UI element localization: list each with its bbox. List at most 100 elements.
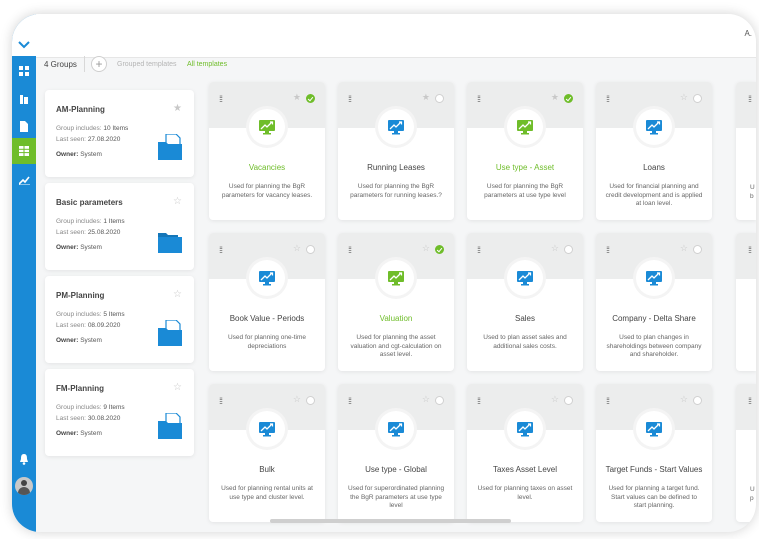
template-card[interactable]: ⁞⁞ ☆ Target Funds - Start Values Used for p… xyxy=(596,384,712,522)
select-check-icon[interactable] xyxy=(435,396,444,405)
star-icon[interactable]: ☆ xyxy=(680,93,688,102)
group-title: AM-Planning xyxy=(56,105,105,114)
group-includes: Group includes: 10 Items xyxy=(56,125,129,132)
star-icon[interactable]: ☆ xyxy=(173,383,182,393)
bell-icon[interactable] xyxy=(15,450,33,468)
star-icon[interactable]: ☆ xyxy=(680,244,688,253)
folder-icon xyxy=(158,133,182,160)
drag-handle-icon[interactable]: ⁞⁞ xyxy=(348,95,352,104)
star-icon[interactable]: ☆ xyxy=(173,290,182,300)
monitor-chart-icon xyxy=(249,109,285,145)
card-header xyxy=(736,82,756,128)
monitor-chart-icon xyxy=(507,411,543,447)
drag-handle-icon[interactable]: ⁞⁞ xyxy=(748,95,752,104)
template-card-partial[interactable]: ⁞⁞ U b xyxy=(736,82,756,220)
group-owner: Owner: System xyxy=(56,244,102,251)
template-card[interactable]: ⁞⁞ ☆ Company - Delta Share Used to plan cha… xyxy=(596,233,712,371)
card-description: Used for planning rental units at use ty… xyxy=(221,485,313,501)
table-icon[interactable] xyxy=(12,138,36,164)
select-check-icon[interactable] xyxy=(564,396,573,405)
template-card[interactable]: ⁞⁞ ☆ Sales Used to plan asset sales and add… xyxy=(467,233,583,371)
drag-handle-icon[interactable]: ⁞⁞ xyxy=(477,246,481,255)
monitor-chart-icon xyxy=(378,109,414,145)
horizontal-scrollbar[interactable] xyxy=(270,519,511,523)
folder-icon xyxy=(158,412,182,439)
drag-handle-icon[interactable]: ⁞⁞ xyxy=(606,397,610,406)
buildings-icon[interactable] xyxy=(15,90,33,108)
group-card[interactable]: Basic parameters ☆ Group includes: 1 Ite… xyxy=(45,183,194,270)
template-card[interactable]: ⁞⁞ ☆ Taxes Asset Level Used for planning ta… xyxy=(467,384,583,522)
group-card[interactable]: AM-Planning ★ Group includes: 10 Items L… xyxy=(45,90,194,177)
card-description: Used for planning the BgR parameters for… xyxy=(350,183,442,199)
sidebar-rail xyxy=(12,14,36,532)
drag-handle-icon[interactable]: ⁞⁞ xyxy=(477,95,481,104)
select-check-icon[interactable] xyxy=(564,245,573,254)
star-icon[interactable]: ☆ xyxy=(422,244,430,253)
star-icon[interactable]: ☆ xyxy=(551,395,559,404)
star-icon[interactable]: ★ xyxy=(422,93,430,102)
template-card[interactable]: ⁞⁞ ★ Use type - Asset Used for planning the… xyxy=(467,82,583,220)
group-last-seen: Last seen: 27.08.2020 xyxy=(56,136,121,143)
tab-grouped-templates[interactable]: Grouped templates xyxy=(117,61,177,68)
group-owner: Owner: System xyxy=(56,430,102,437)
star-icon[interactable]: ☆ xyxy=(551,244,559,253)
drag-handle-icon[interactable]: ⁞⁞ xyxy=(606,95,610,104)
select-check-icon[interactable] xyxy=(693,245,702,254)
template-card[interactable]: ⁞⁞ ☆ Loans Used for financial planning and … xyxy=(596,82,712,220)
select-check-icon[interactable] xyxy=(693,94,702,103)
drag-handle-icon[interactable]: ⁞⁞ xyxy=(748,246,752,255)
monitor-chart-icon xyxy=(249,411,285,447)
star-icon[interactable]: ☆ xyxy=(173,197,182,207)
select-check-icon[interactable] xyxy=(564,94,573,103)
group-card[interactable]: FM-Planning ☆ Group includes: 9 Items La… xyxy=(45,369,194,456)
drag-handle-icon[interactable]: ⁞⁞ xyxy=(219,95,223,104)
select-check-icon[interactable] xyxy=(306,245,315,254)
card-title: Use type - Asset xyxy=(495,163,555,172)
drag-handle-icon[interactable]: ⁞⁞ xyxy=(348,246,352,255)
template-card[interactable]: ⁞⁞ ☆ Use type - Global Used for superordina… xyxy=(338,384,454,522)
drag-handle-icon[interactable]: ⁞⁞ xyxy=(219,246,223,255)
card-title: Bulk xyxy=(259,465,275,474)
star-icon[interactable]: ☆ xyxy=(293,244,301,253)
chevron-down-icon[interactable] xyxy=(17,38,31,50)
card-header xyxy=(736,384,756,430)
star-icon[interactable]: ☆ xyxy=(422,395,430,404)
dashboard-icon[interactable] xyxy=(15,62,33,80)
card-description: Used for planning the BgR parameters at … xyxy=(484,183,566,199)
card-title: Valuation xyxy=(379,314,413,323)
drag-handle-icon[interactable]: ⁞⁞ xyxy=(477,397,481,406)
tab-all-templates[interactable]: All templates xyxy=(187,61,227,68)
group-owner: Owner: System xyxy=(56,151,102,158)
select-check-icon[interactable] xyxy=(306,94,315,103)
drag-handle-icon[interactable]: ⁞⁞ xyxy=(606,246,610,255)
group-card[interactable]: PM-Planning ☆ Group includes: 5 Items La… xyxy=(45,276,194,363)
template-card[interactable]: ⁞⁞ ☆ Valuation Used for planning the asset … xyxy=(338,233,454,371)
avatar[interactable] xyxy=(15,477,33,495)
document-icon[interactable] xyxy=(15,117,33,135)
template-card[interactable]: ⁞⁞ ★ Running Leases Used for planning the B… xyxy=(338,82,454,220)
template-card[interactable]: ⁞⁞ ☆ Book Value - Periods Used for planning… xyxy=(209,233,325,371)
select-check-icon[interactable] xyxy=(435,245,444,254)
monitor-chart-icon xyxy=(636,260,672,296)
star-icon[interactable]: ★ xyxy=(293,93,301,102)
template-card[interactable]: ⁞⁞ ★ Vacancies Used for planning the BgR pa… xyxy=(209,82,325,220)
star-icon[interactable]: ★ xyxy=(173,104,182,114)
select-check-icon[interactable] xyxy=(693,396,702,405)
drag-handle-icon[interactable]: ⁞⁞ xyxy=(348,397,352,406)
group-last-seen: Last seen: 30.08.2020 xyxy=(56,415,121,422)
star-icon[interactable]: ☆ xyxy=(680,395,688,404)
star-icon[interactable]: ★ xyxy=(551,93,559,102)
drag-handle-icon[interactable]: ⁞⁞ xyxy=(748,397,752,406)
add-group-button[interactable]: + xyxy=(91,56,107,72)
template-card-partial[interactable]: ⁞⁞ U p xyxy=(736,384,756,522)
chart-icon[interactable] xyxy=(15,171,33,189)
template-card-partial[interactable]: ⁞⁞ xyxy=(736,233,756,371)
card-title: Book Value - Periods xyxy=(229,314,305,323)
drag-handle-icon[interactable]: ⁞⁞ xyxy=(219,397,223,406)
star-icon[interactable]: ☆ xyxy=(293,395,301,404)
select-check-icon[interactable] xyxy=(435,94,444,103)
template-card[interactable]: ⁞⁞ ☆ Bulk Used for planning rental units at… xyxy=(209,384,325,522)
select-check-icon[interactable] xyxy=(306,396,315,405)
user-menu[interactable]: A. xyxy=(744,29,752,38)
monitor-chart-icon xyxy=(636,411,672,447)
